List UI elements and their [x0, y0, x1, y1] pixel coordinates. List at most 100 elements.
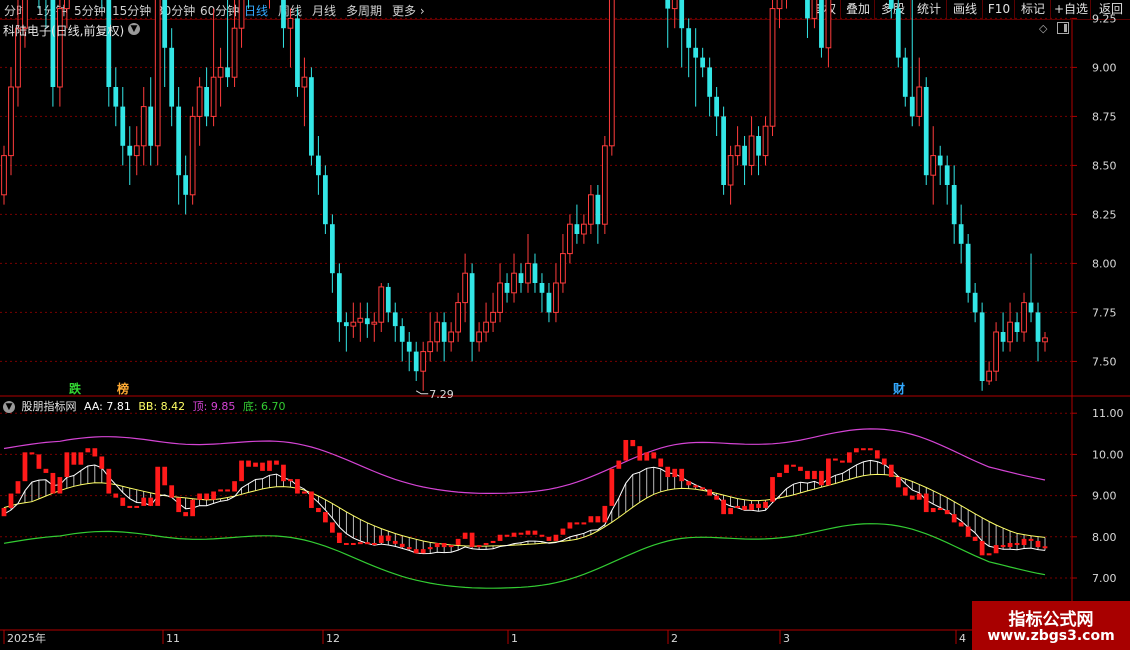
candle-body — [323, 175, 328, 225]
indicator-red-bar — [441, 542, 447, 548]
candle-body — [336, 273, 342, 323]
indicator-red-bar — [141, 497, 147, 506]
candle-body — [364, 318, 370, 325]
indicator-red-bar — [134, 505, 140, 508]
indicator-red-bar — [874, 450, 880, 459]
candle-body — [225, 67, 230, 78]
indicator-red-bar — [784, 464, 789, 473]
indicator-red-bar — [71, 452, 77, 465]
candle-body — [309, 77, 314, 156]
indicator-red-bar — [78, 452, 84, 465]
indicator-red-bar — [819, 470, 824, 486]
indicator-red-bar — [623, 439, 629, 461]
candle-body — [120, 106, 126, 146]
aa-line — [3, 459, 1046, 555]
indicator-red-bar — [357, 542, 363, 545]
candle-body — [560, 253, 566, 284]
candle-body — [734, 145, 741, 157]
indicator-red-bar — [323, 512, 328, 523]
indicator-red-bar — [50, 472, 56, 494]
indicator-red-bar — [679, 468, 685, 482]
watermark-badge: 指标公式网 www.zbgs3.com — [972, 601, 1130, 650]
candle-body — [434, 321, 441, 343]
candle-body — [140, 106, 147, 147]
candle-body — [343, 322, 349, 327]
indicator-red-bar — [930, 507, 936, 513]
candle-body — [532, 263, 538, 283]
indicator-red-bar — [895, 477, 901, 488]
indicator-red-bar — [274, 460, 279, 465]
price-tick-label: 8.25 — [1092, 208, 1117, 221]
indicator-red-bar — [686, 481, 692, 486]
candle-body — [113, 87, 119, 107]
indicator-red-bar — [295, 479, 300, 494]
candle-body — [385, 286, 391, 313]
indicator-name[interactable]: 股朋指标网 — [22, 400, 77, 413]
indicator-red-bar — [860, 448, 866, 451]
candle-body — [295, 18, 300, 87]
indicator-red-bar — [155, 466, 161, 506]
candle-body — [686, 28, 692, 48]
indicator-header: ▼ 股朋指标网 AA: 7.81 BB: 8.42 顶: 9.85 底: 6.7… — [3, 398, 286, 414]
indicator-red-bar — [462, 532, 468, 539]
indicator-red-bar — [735, 505, 740, 508]
indicator-red-bars — [1, 439, 1048, 556]
chevron-down-icon[interactable]: ▼ — [128, 23, 140, 35]
indicator-red-bar — [693, 485, 699, 488]
indicator-red-bar — [392, 540, 398, 544]
candle-body — [895, 8, 901, 58]
diamond-icon[interactable]: ◇ — [1039, 22, 1047, 35]
candle-body — [469, 273, 475, 342]
candle-body — [693, 47, 699, 58]
candle-body — [455, 302, 462, 333]
indicator-red-bar — [204, 493, 209, 500]
low-marker-line — [415, 390, 429, 395]
date-tick-label: 2 — [671, 632, 678, 645]
date-tick-label: 1 — [511, 632, 518, 645]
indicator-red-bar — [560, 528, 566, 535]
indicator-red-bar — [29, 452, 35, 455]
indicator-red-bar — [350, 542, 356, 545]
indicator-red-bar — [595, 516, 601, 523]
stock-title[interactable]: 科陆电子(日线,前复权) — [3, 22, 124, 39]
candle-body — [553, 282, 559, 313]
indicator-red-bar — [406, 547, 412, 550]
candle-body — [57, 8, 63, 88]
chevron-down-icon[interactable]: ▼ — [3, 401, 15, 413]
candle-body — [301, 76, 308, 88]
indicator-red-bar — [833, 458, 838, 461]
signal-label-bang: 榜 — [117, 382, 130, 396]
candle-body — [127, 145, 133, 156]
kline-chart[interactable]: 10.5010.2510.009.759.509.259.008.758.508… — [0, 0, 1130, 650]
candle-body — [148, 106, 154, 146]
candle-body — [413, 351, 419, 372]
indicator-red-bar — [574, 522, 580, 525]
indicator-red-bar — [162, 466, 168, 486]
candle-body — [825, 0, 832, 49]
candle-body — [357, 317, 364, 323]
candle-body — [595, 194, 601, 225]
indicator-red-bar — [888, 464, 894, 478]
indicator-red-bar — [120, 497, 126, 506]
indicator-tick-label: 10.00 — [1092, 448, 1124, 461]
candle-body — [819, 0, 824, 48]
candle-body — [189, 115, 196, 196]
indicator-red-bar — [602, 505, 608, 523]
candle-body — [937, 155, 943, 166]
indicator-red-bar — [944, 510, 950, 515]
panel-toggle-icon[interactable] — [1057, 22, 1069, 34]
candle-body — [679, 0, 685, 29]
indicator-red-bar — [965, 526, 971, 537]
candle-body — [700, 57, 706, 68]
indicator-red-bar — [707, 489, 713, 496]
candle-body — [406, 341, 412, 352]
indicator-tick-label: 7.00 — [1092, 572, 1117, 585]
candle-body — [1028, 302, 1034, 313]
indicator-red-bar — [853, 448, 859, 453]
price-tick-label: 8.75 — [1092, 110, 1117, 123]
candle-body — [50, 0, 56, 87]
indicator-tick-label: 8.00 — [1092, 531, 1117, 544]
indicator-red-bar — [902, 487, 908, 496]
indicator-red-bar — [714, 495, 720, 500]
indicator-red-bar — [85, 448, 91, 453]
